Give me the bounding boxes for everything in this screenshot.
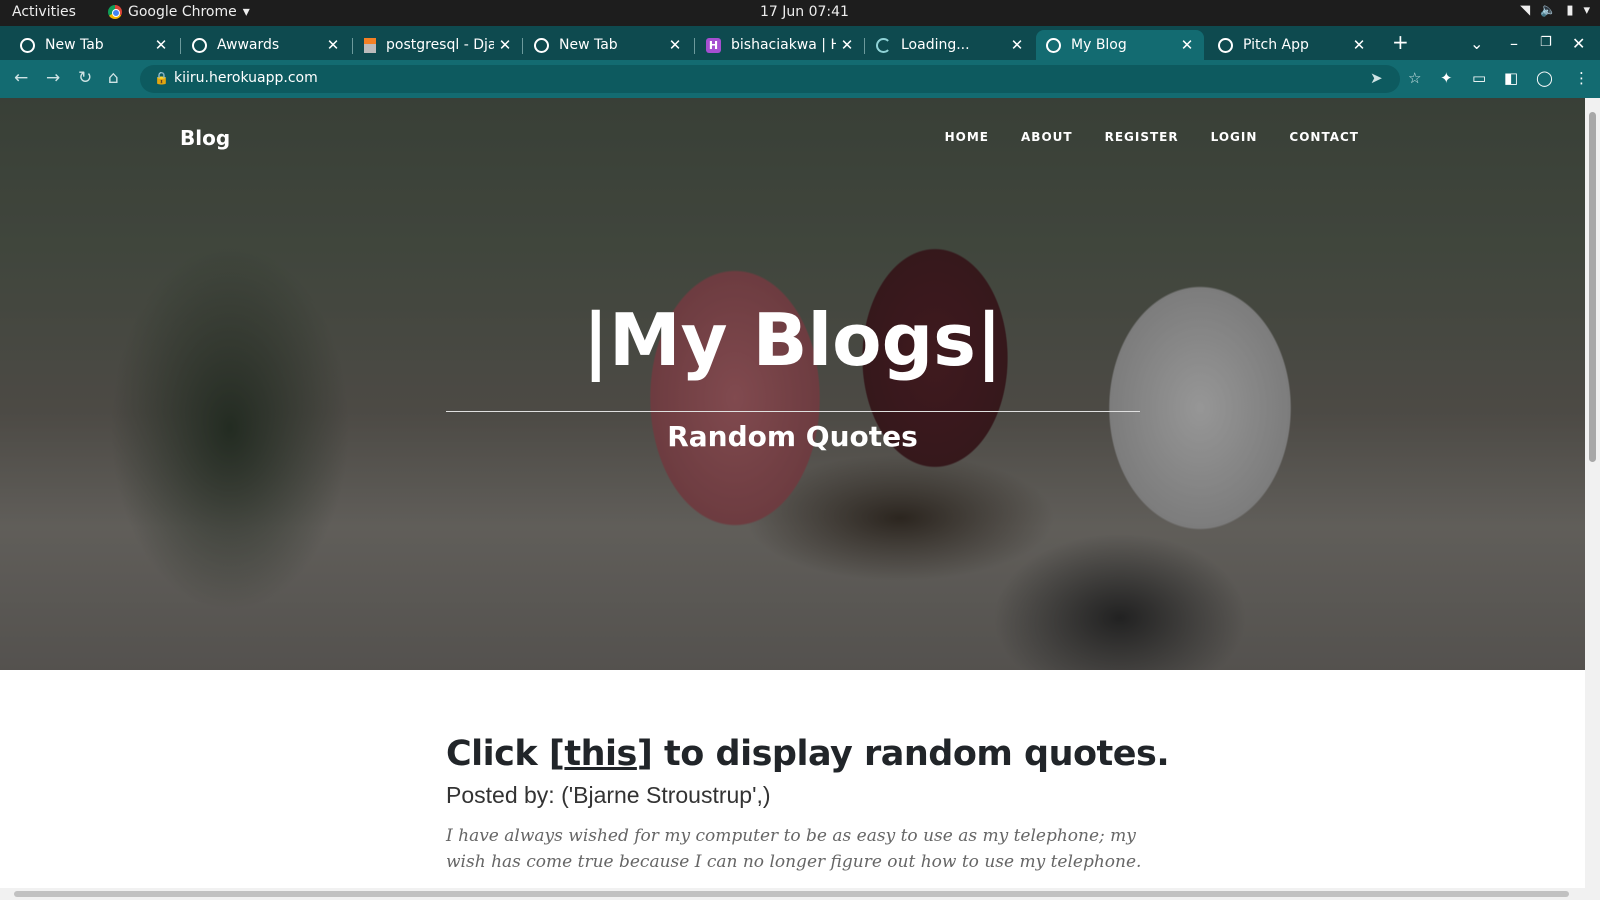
main-nav: HOME ABOUT REGISTER LOGIN CONTACT	[945, 130, 1359, 144]
loading-icon	[876, 37, 891, 53]
scrollbar-thumb[interactable]	[14, 891, 1569, 897]
globe-icon	[1046, 37, 1061, 53]
post-title-prefix: Click [	[446, 734, 565, 774]
chrome-icon	[534, 37, 549, 53]
tab-strip: New Tab ✕ Awwards ✕ postgresql - Dja ✕ N…	[0, 26, 1600, 60]
system-tray[interactable]: ◥ 🔈 ▮ ▾	[1520, 3, 1590, 18]
post-title-suffix: ] to display random quotes.	[636, 734, 1170, 774]
cast-icon[interactable]: ▭	[1472, 69, 1486, 87]
chrome-icon	[20, 37, 35, 53]
hero-subtitle: Random Quotes	[667, 420, 918, 453]
site-brand[interactable]: Blog	[180, 126, 230, 150]
tab-divider	[522, 38, 523, 54]
tab-divider	[694, 38, 695, 54]
tab-title: postgresql - Dja	[386, 37, 494, 53]
nav-register[interactable]: REGISTER	[1105, 130, 1179, 144]
vertical-scrollbar[interactable]	[1585, 98, 1600, 888]
horizontal-scrollbar[interactable]	[0, 888, 1600, 900]
chevron-down-icon: ▾	[242, 4, 250, 20]
restore-icon[interactable]: ❐	[1540, 35, 1552, 50]
globe-icon	[1218, 37, 1233, 53]
post-title: Click [this] to display random quotes.	[446, 734, 1170, 774]
close-icon[interactable]: ✕	[1006, 36, 1028, 54]
tab[interactable]: H bishaciakwa | H ✕	[696, 30, 864, 60]
tab-divider	[180, 38, 181, 54]
browser-toolbar: ← → ↻ ⌂ 🔒 kiiru.herokuapp.com ➤ ☆ ✦ ▭ ◧ …	[0, 60, 1600, 98]
tab-title: Pitch App	[1243, 37, 1309, 53]
scrollbar-thumb[interactable]	[1589, 112, 1596, 462]
address-bar[interactable]: 🔒 kiiru.herokuapp.com ➤ ☆	[140, 65, 1421, 93]
new-tab-button[interactable]: +	[1392, 30, 1409, 54]
tab[interactable]: Loading... ✕	[866, 30, 1034, 60]
side-panel-icon[interactable]: ◧	[1504, 69, 1518, 87]
close-icon[interactable]: ✕	[1176, 36, 1198, 54]
tab-divider	[864, 38, 865, 54]
tab-divider	[352, 38, 353, 54]
menu-icon[interactable]: ⋮	[1574, 69, 1589, 87]
reload-icon[interactable]: ↻	[78, 68, 92, 88]
globe-icon	[192, 37, 207, 53]
tab-title: My Blog	[1071, 37, 1127, 53]
tab-title: Loading...	[901, 37, 970, 53]
nav-about[interactable]: ABOUT	[1021, 130, 1073, 144]
nav-home[interactable]: HOME	[945, 130, 989, 144]
divider	[446, 411, 1140, 412]
battery-icon: ▮	[1566, 3, 1574, 18]
forward-icon[interactable]: →	[46, 68, 60, 88]
post-preview: Click [this] to display random quotes. P…	[446, 734, 1170, 875]
home-icon[interactable]: ⌂	[108, 68, 119, 88]
chevron-down-icon: ▾	[1583, 3, 1590, 18]
close-icon[interactable]: ✕	[494, 36, 516, 54]
lock-icon[interactable]: 🔒	[154, 71, 169, 85]
close-window-icon[interactable]: ✕	[1572, 34, 1585, 53]
tab-title: Awwards	[217, 37, 280, 53]
stackoverflow-icon	[364, 37, 376, 53]
back-icon[interactable]: ←	[14, 68, 28, 88]
profile-avatar[interactable]: ◯	[1536, 69, 1553, 87]
tab-title: bishaciakwa | H	[731, 37, 836, 53]
tab[interactable]: Pitch App ✕	[1208, 30, 1376, 60]
clock[interactable]: 17 Jun 07:41	[760, 4, 849, 20]
close-icon[interactable]: ✕	[1348, 36, 1370, 54]
minimize-icon[interactable]: –	[1510, 34, 1518, 53]
app-name: Google Chrome	[128, 4, 237, 20]
extensions-icon[interactable]: ✦	[1440, 69, 1453, 87]
close-icon[interactable]: ✕	[836, 36, 858, 54]
page-viewport: Blog HOME ABOUT REGISTER LOGIN CONTACT |…	[0, 98, 1585, 888]
activities-button[interactable]: Activities	[12, 4, 76, 20]
hero-title: |My Blogs|	[582, 298, 1003, 382]
bookmark-star-icon[interactable]: ☆	[1408, 69, 1421, 87]
chrome-icon	[108, 5, 122, 19]
wifi-icon: ◥	[1520, 3, 1531, 18]
close-icon[interactable]: ✕	[664, 36, 686, 54]
random-quote-link[interactable]: this	[564, 734, 637, 774]
send-icon[interactable]: ➤	[1370, 69, 1383, 87]
tab-title: New Tab	[559, 37, 618, 53]
close-icon[interactable]: ✕	[322, 36, 344, 54]
volume-icon: 🔈	[1540, 3, 1557, 18]
tab[interactable]: New Tab ✕	[524, 30, 692, 60]
tab-active[interactable]: My Blog ✕	[1036, 30, 1204, 60]
nav-login[interactable]: LOGIN	[1211, 130, 1258, 144]
hero-header: Blog HOME ABOUT REGISTER LOGIN CONTACT |…	[0, 98, 1585, 670]
post-excerpt: I have always wished for my computer to …	[446, 826, 1142, 872]
system-top-bar: Activities Google Chrome ▾ 17 Jun 07:41 …	[0, 0, 1600, 26]
tab[interactable]: Awwards ✕	[182, 30, 350, 60]
tab[interactable]: New Tab ✕	[10, 30, 178, 60]
url-text[interactable]: kiiru.herokuapp.com	[174, 70, 318, 86]
post-meta: Posted by: ('Bjarne Stroustrup',)	[446, 782, 771, 808]
tab[interactable]: postgresql - Dja ✕	[354, 30, 522, 60]
heroku-icon: H	[706, 37, 721, 53]
tab-search-icon[interactable]: ⌄	[1470, 34, 1483, 53]
nav-contact[interactable]: CONTACT	[1289, 130, 1359, 144]
close-icon[interactable]: ✕	[150, 36, 172, 54]
tab-title: New Tab	[45, 37, 104, 53]
app-menu[interactable]: Google Chrome ▾	[108, 4, 250, 20]
